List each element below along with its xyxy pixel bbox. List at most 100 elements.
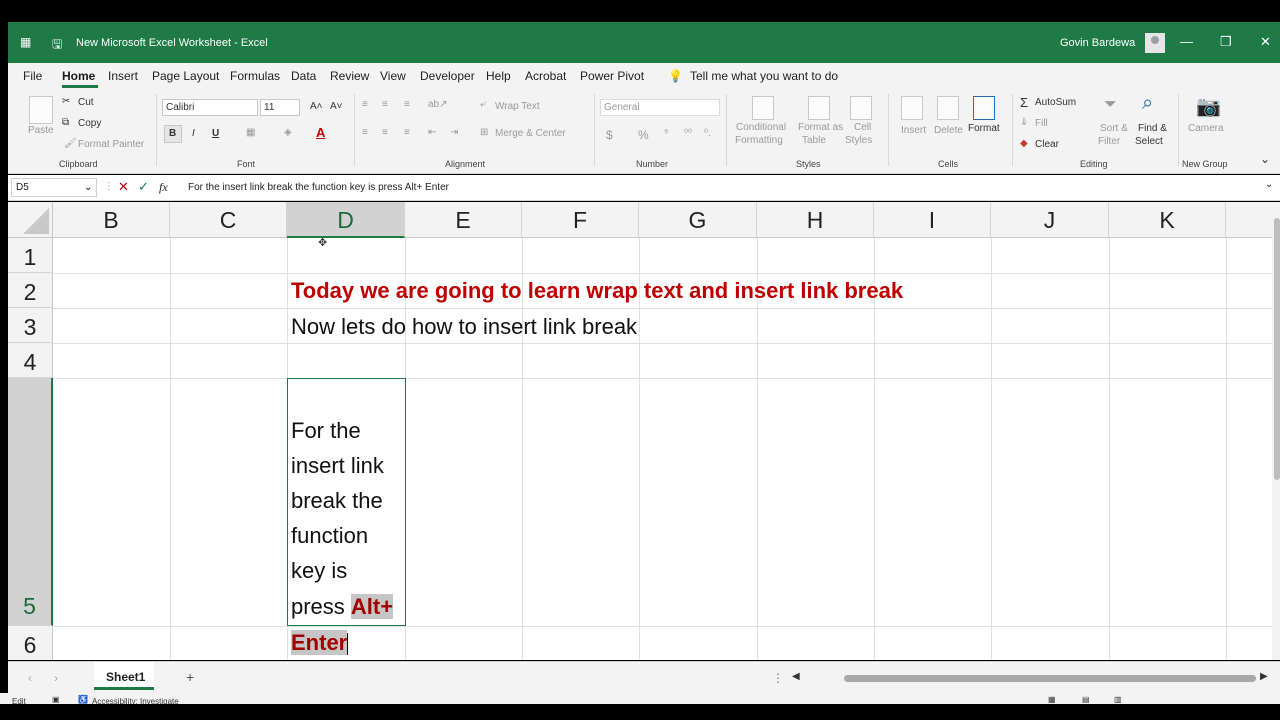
autosum-button[interactable]: AutoSum bbox=[1035, 97, 1076, 108]
name-box[interactable]: D5 ⌄ bbox=[11, 178, 97, 197]
decrease-indent-icon[interactable]: ⇤ bbox=[428, 127, 436, 138]
insert-cells-icon[interactable] bbox=[901, 96, 923, 120]
orientation-icon[interactable]: ab↗ bbox=[428, 99, 448, 110]
menu-power-pivot[interactable]: Power Pivot bbox=[580, 69, 644, 83]
insert-cells-button[interactable]: Insert bbox=[901, 125, 926, 136]
format-painter-button[interactable]: Format Painter bbox=[78, 139, 144, 150]
cut-button[interactable]: Cut bbox=[78, 97, 94, 108]
paste-icon[interactable] bbox=[29, 96, 53, 124]
page-break-view-icon[interactable]: ▥ bbox=[1114, 695, 1122, 704]
confirm-entry-icon[interactable]: ✓ bbox=[138, 179, 149, 195]
eraser-icon[interactable]: ◆ bbox=[1020, 138, 1028, 149]
italic-button[interactable]: I bbox=[192, 128, 195, 139]
horizontal-scroll-thumb[interactable] bbox=[844, 675, 1256, 682]
font-size-dropdown[interactable]: 11 bbox=[260, 99, 300, 116]
font-color-icon[interactable]: A bbox=[316, 125, 325, 140]
fill-button[interactable]: Fill bbox=[1035, 118, 1048, 129]
accessibility-icon[interactable]: ♿ bbox=[78, 695, 88, 704]
column-header-b[interactable]: B bbox=[53, 202, 170, 238]
autosum-icon[interactable]: Σ bbox=[1020, 95, 1028, 110]
format-as-table-label-1[interactable]: Format as bbox=[798, 122, 843, 133]
menu-home[interactable]: Home bbox=[62, 69, 95, 83]
fill-icon[interactable]: ⇓ bbox=[1020, 117, 1028, 128]
format-cells-button[interactable]: Format bbox=[968, 123, 1000, 134]
tell-me-search[interactable]: Tell me what you want to do bbox=[690, 69, 838, 83]
increase-indent-icon[interactable]: ⇥ bbox=[450, 127, 458, 138]
collapse-ribbon-icon[interactable]: ⌄ bbox=[1260, 152, 1270, 166]
tab-splitter-icon[interactable]: ⋮ bbox=[772, 671, 784, 685]
camera-button[interactable]: Camera bbox=[1188, 123, 1224, 134]
avatar[interactable] bbox=[1145, 33, 1165, 53]
cell-styles-label-2[interactable]: Styles bbox=[845, 135, 872, 146]
page-layout-view-icon[interactable]: ▤ bbox=[1082, 695, 1090, 704]
sort-filter-label-1[interactable]: Sort & bbox=[1100, 123, 1128, 134]
menu-formulas[interactable]: Formulas bbox=[230, 69, 280, 83]
currency-button[interactable]: $ bbox=[606, 128, 613, 142]
row-header-4[interactable]: 4 bbox=[8, 343, 53, 378]
cell-d2[interactable]: Today we are going to learn wrap text an… bbox=[291, 278, 903, 304]
underline-button[interactable]: U bbox=[212, 128, 219, 139]
prev-sheet-icon[interactable]: ‹ bbox=[28, 671, 32, 685]
camera-icon[interactable]: 📷 bbox=[1196, 94, 1221, 119]
column-header-e[interactable]: E bbox=[405, 202, 522, 238]
cancel-entry-icon[interactable]: ✕ bbox=[118, 179, 129, 195]
grow-font-icon[interactable]: A˄ bbox=[310, 101, 323, 112]
decrease-decimal-icon[interactable]: ⁰. bbox=[704, 128, 711, 139]
macro-record-icon[interactable]: ▣ bbox=[52, 695, 60, 704]
column-header-k[interactable]: K bbox=[1109, 202, 1226, 238]
user-name[interactable]: Govin Bardewa bbox=[1060, 37, 1135, 49]
align-center-icon[interactable]: ≡ bbox=[382, 127, 388, 138]
maximize-button[interactable]: ❐ bbox=[1220, 34, 1232, 50]
find-select-icon[interactable]: ⌕ bbox=[1142, 92, 1153, 115]
column-header-g[interactable]: G bbox=[639, 202, 757, 238]
wrap-text-icon[interactable]: ⤶ bbox=[480, 99, 486, 110]
menu-review[interactable]: Review bbox=[330, 69, 369, 83]
paste-button[interactable]: Paste bbox=[28, 125, 54, 136]
menu-developer[interactable]: Developer bbox=[420, 69, 475, 83]
increase-decimal-icon[interactable]: ⁰⁰ bbox=[684, 128, 692, 139]
insert-function-button[interactable]: fx bbox=[159, 180, 168, 195]
align-left-icon[interactable]: ≡ bbox=[362, 127, 368, 138]
column-header-d[interactable]: D bbox=[287, 202, 405, 238]
conditional-formatting-label-2[interactable]: Formatting bbox=[735, 135, 783, 146]
delete-cells-button[interactable]: Delete bbox=[934, 125, 963, 136]
merge-icon[interactable]: ⊞ bbox=[480, 127, 488, 138]
close-button[interactable]: ✕ bbox=[1260, 34, 1271, 50]
wrap-text-button[interactable]: Wrap Text bbox=[495, 101, 540, 112]
select-all-corner[interactable] bbox=[8, 202, 53, 238]
find-select-label-2[interactable]: Select bbox=[1135, 136, 1163, 147]
save-icon[interactable]: 🖫 bbox=[52, 35, 62, 56]
row-header-1[interactable]: 1 bbox=[8, 238, 53, 273]
column-header-h[interactable]: H bbox=[757, 202, 874, 238]
comma-style-icon[interactable]: ⁹ bbox=[664, 128, 668, 139]
menu-acrobat[interactable]: Acrobat bbox=[525, 69, 566, 83]
format-as-table-icon[interactable] bbox=[808, 96, 830, 120]
cell-styles-label-1[interactable]: Cell bbox=[854, 122, 871, 133]
conditional-formatting-label-1[interactable]: Conditional bbox=[736, 122, 786, 133]
menu-file[interactable]: File bbox=[23, 69, 42, 83]
sheet-tab-sheet1[interactable]: Sheet1 bbox=[94, 662, 154, 690]
number-format-dropdown[interactable]: General bbox=[600, 99, 720, 116]
add-sheet-button[interactable]: + bbox=[186, 669, 194, 685]
font-name-dropdown[interactable]: Calibri bbox=[162, 99, 258, 116]
sort-filter-icon[interactable]: ⏷ bbox=[1104, 96, 1117, 114]
row-header-6[interactable]: 6 bbox=[8, 626, 53, 660]
chevron-down-icon[interactable]: ⌄ bbox=[84, 182, 92, 193]
next-sheet-icon[interactable]: › bbox=[54, 671, 58, 685]
row-header-3[interactable]: 3 bbox=[8, 308, 53, 343]
cell-d3[interactable]: Now lets do how to insert link break bbox=[291, 314, 637, 340]
conditional-formatting-icon[interactable] bbox=[752, 96, 774, 120]
minimize-button[interactable]: — bbox=[1180, 34, 1193, 49]
expand-formula-icon[interactable]: ⌄ bbox=[1265, 179, 1273, 190]
middle-align-icon[interactable]: ≡ bbox=[382, 99, 388, 110]
normal-view-icon[interactable]: ▦ bbox=[1048, 695, 1056, 704]
column-header-f[interactable]: F bbox=[522, 202, 639, 238]
delete-cells-icon[interactable] bbox=[937, 96, 959, 120]
bold-button[interactable]: B bbox=[164, 125, 182, 143]
menu-insert[interactable]: Insert bbox=[108, 69, 138, 83]
top-align-icon[interactable]: ≡ bbox=[362, 99, 368, 110]
scroll-right-icon[interactable]: ▶ bbox=[1260, 671, 1268, 682]
menu-view[interactable]: View bbox=[380, 69, 406, 83]
column-header-i[interactable]: I bbox=[874, 202, 991, 238]
percent-button[interactable]: % bbox=[638, 128, 649, 142]
